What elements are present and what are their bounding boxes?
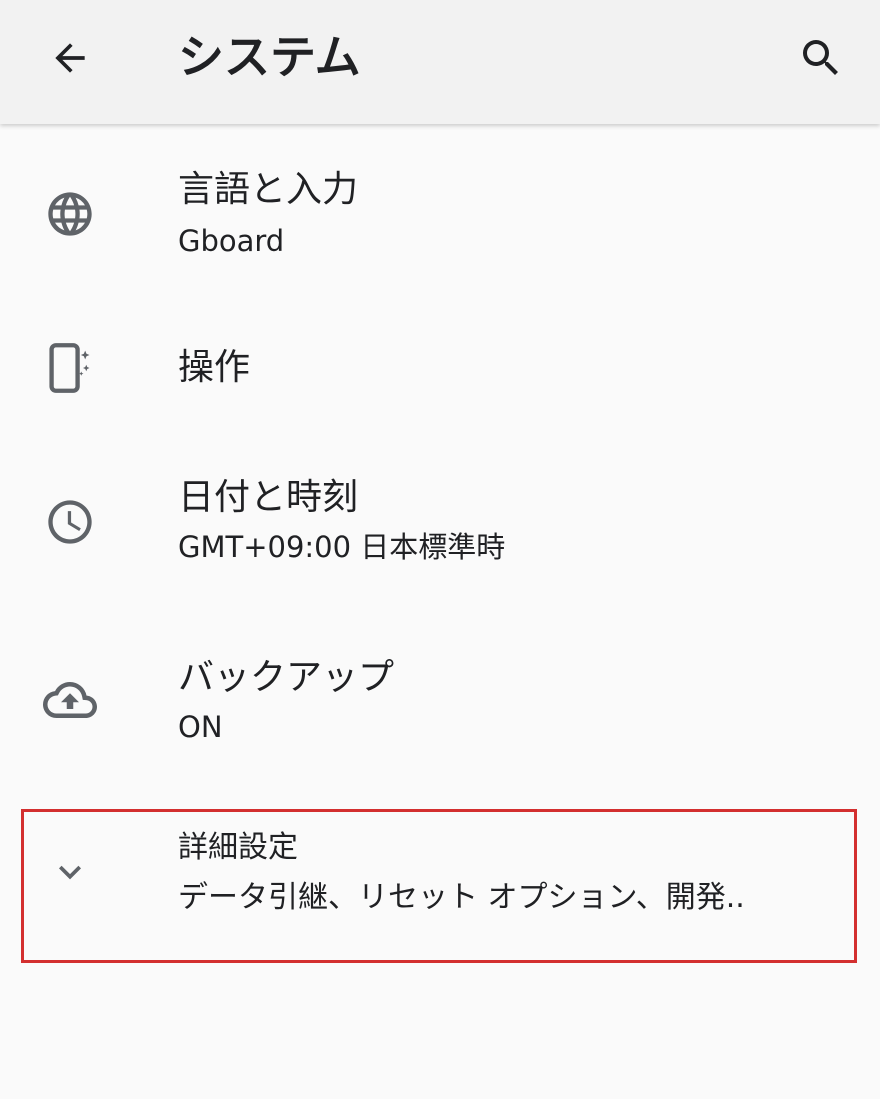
- settings-item-title: 日付と時刻: [178, 477, 359, 518]
- settings-item-summary: ON: [178, 710, 223, 744]
- back-button[interactable]: [40, 30, 100, 86]
- settings-item-summary: Gboard: [178, 224, 285, 258]
- settings-item-gestures[interactable]: 操作: [0, 314, 880, 434]
- settings-item-language-input[interactable]: 言語と入力 Gboard: [0, 154, 880, 294]
- settings-item-summary: データ引継、リセット オプション、開発..: [178, 880, 745, 915]
- app-bar: システム: [0, 0, 880, 124]
- settings-item-title: 操作: [178, 347, 251, 388]
- page-title: システム: [178, 30, 361, 84]
- settings-item-backup[interactable]: バックアップ ON: [0, 634, 880, 774]
- globe-icon: [42, 186, 98, 242]
- cloud-upload-icon: [42, 672, 98, 728]
- settings-item-title: バックアップ: [178, 657, 395, 698]
- chevron-down-icon: [42, 844, 98, 900]
- phone-gesture-icon: [42, 340, 98, 396]
- arrow-back-icon: [48, 36, 92, 80]
- settings-item-date-time[interactable]: 日付と時刻 GMT+09:00 日本標準時: [0, 464, 880, 604]
- settings-item-title: 詳細設定: [178, 830, 298, 865]
- search-button[interactable]: [790, 28, 852, 88]
- settings-item-summary: GMT+09:00 日本標準時: [178, 530, 506, 564]
- settings-item-advanced[interactable]: 詳細設定 データ引継、リセット オプション、開発..: [0, 814, 880, 954]
- clock-icon: [42, 494, 98, 550]
- search-icon: [797, 34, 845, 82]
- settings-item-title: 言語と入力: [178, 169, 359, 210]
